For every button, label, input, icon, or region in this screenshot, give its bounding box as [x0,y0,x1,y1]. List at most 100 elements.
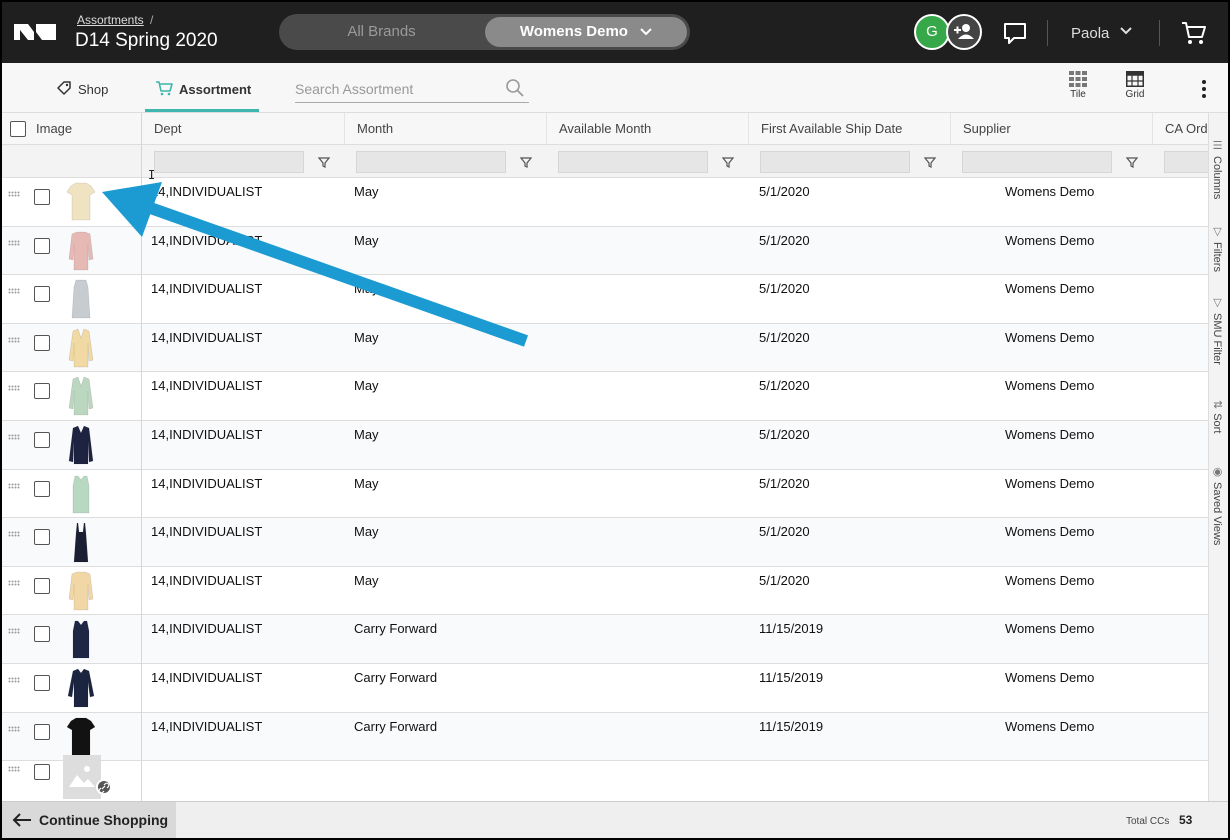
drag-handle-icon[interactable] [8,628,20,636]
grid-icon [1126,71,1144,87]
filter-icon[interactable] [924,157,936,168]
cell-supplier: Womens Demo [1005,670,1095,685]
row-checkbox[interactable] [34,189,50,205]
table-row[interactable]: 14,INDIVIDUALIST May 5/1/2020 Womens Demo [2,421,1208,470]
table-row[interactable]: 14,INDIVIDUALIST May 5/1/2020 Womens Demo [2,275,1208,324]
user-menu-name[interactable]: Paola [1071,25,1109,42]
drag-handle-icon[interactable] [8,580,20,588]
row-checkbox[interactable] [34,529,50,546]
grid-view-button[interactable]: Grid [1115,71,1155,107]
drag-handle-icon[interactable] [8,726,20,734]
tab-shop[interactable]: Shop [52,63,132,112]
drag-handle-icon[interactable] [8,288,20,296]
row-checkbox[interactable] [34,723,50,740]
cart-icon[interactable] [1180,19,1208,47]
product-thumbnail[interactable] [64,180,98,224]
side-tab-filters[interactable]: ▽ Filters [1211,225,1224,272]
product-thumbnail[interactable] [64,229,98,273]
row-checkbox[interactable] [34,286,50,303]
side-tab-saved-views[interactable]: ◉ Saved Views [1211,465,1224,545]
row-checkbox[interactable] [34,675,50,691]
drag-handle-icon[interactable] [8,531,20,539]
product-thumbnail[interactable] [64,715,98,759]
all-brands-option[interactable]: All Brands [279,14,484,50]
add-user-button[interactable] [946,14,982,50]
product-thumbnail[interactable] [64,666,98,710]
more-options-icon[interactable] [1198,79,1210,99]
table-row[interactable]: 14,INDIVIDUALIST May 5/1/2020 Womens Demo [2,567,1208,616]
drag-handle-icon[interactable] [8,191,20,199]
table-row[interactable]: 14,INDIVIDUALIST May 5/1/2020 Womens Demo [2,178,1208,227]
row-checkbox[interactable] [34,237,50,254]
filter-icon[interactable] [1126,157,1138,168]
search-input[interactable] [295,77,495,101]
product-thumbnail[interactable] [64,277,98,321]
brand-toggle: All Brands Womens Demo [279,14,690,50]
filter-input-month[interactable] [356,151,506,173]
table-row[interactable]: 14,INDIVIDUALIST May 5/1/2020 Womens Demo [2,372,1208,421]
cell-month: May [354,232,379,248]
side-tab-smu-filter[interactable]: ▽ SMU Filter [1211,296,1224,365]
filter-icon[interactable] [520,157,532,168]
product-thumbnail[interactable] [64,374,98,418]
drag-handle-icon[interactable] [8,240,20,248]
brand-logo[interactable] [14,22,56,42]
product-thumbnail[interactable] [64,617,98,661]
filter-input-supplier[interactable] [962,151,1112,173]
row-checkbox[interactable] [34,764,50,780]
product-thumbnail[interactable] [64,423,98,467]
row-checkbox[interactable] [34,577,50,594]
table-row[interactable]: 14,INDIVIDUALIST May 5/1/2020 Womens Demo [2,323,1208,373]
column-header-image[interactable]: Image [24,113,142,145]
drag-handle-icon[interactable] [8,434,20,442]
drag-handle-icon[interactable] [8,677,20,685]
user-avatar[interactable]: G [914,14,950,50]
side-tab-columns[interactable]: ☰ Columns [1211,139,1224,199]
cell-dept: 14,INDIVIDUALIST [151,718,263,734]
row-checkbox[interactable] [34,383,50,400]
drag-handle-icon[interactable] [8,385,20,393]
column-header-first-ship-date[interactable]: First Available Ship Date [749,113,951,145]
column-header-available-month[interactable]: Available Month [547,113,749,145]
chat-icon[interactable] [1002,20,1028,46]
product-thumbnail[interactable] [64,520,98,564]
product-thumbnail[interactable] [64,569,98,613]
drag-handle-icon[interactable] [8,483,20,491]
drag-handle-icon[interactable] [8,337,20,345]
table-row[interactable]: 14,INDIVIDUALIST Carry Forward 11/15/2019 W… [2,615,1208,664]
product-thumbnail[interactable] [64,326,98,370]
grid-filter-row [2,145,1208,178]
table-row[interactable]: 14,INDIVIDUALIST May 5/1/2020 Womens Demo [2,226,1208,276]
tile-view-button[interactable]: Tile [1058,71,1098,107]
row-checkbox[interactable] [34,334,50,351]
continue-shopping-button[interactable]: Continue Shopping [2,802,176,838]
column-header-month[interactable]: Month [345,113,547,145]
column-header-ca-ord[interactable]: CA Ord [1153,113,1208,145]
breadcrumb-assortments[interactable]: Assortments [77,13,144,27]
link-icon[interactable] [96,779,112,795]
search-icon[interactable] [505,78,525,98]
row-checkbox[interactable] [34,480,50,497]
tab-assortment[interactable]: Assortment [145,63,259,112]
row-checkbox[interactable] [34,432,50,448]
filter-input-available-month[interactable] [558,151,708,173]
side-tab-saved-views-label: Saved Views [1211,482,1223,546]
drag-handle-icon[interactable] [8,766,20,774]
table-row[interactable]: 14,INDIVIDUALIST May 5/1/2020 Womens Demo [2,518,1208,567]
filter-input-first-ship-date[interactable] [760,151,910,173]
table-row[interactable]: 14,INDIVIDUALIST Carry Forward 11/15/2019 W… [2,664,1208,713]
product-thumbnail[interactable] [64,472,98,516]
selected-brand-dropdown[interactable]: Womens Demo [485,17,687,47]
filter-input-ca-ord[interactable] [1164,151,1208,173]
side-tab-sort[interactable]: ⇅ Sort [1211,400,1224,433]
column-header-dept[interactable]: Dept [142,113,345,145]
column-header-supplier[interactable]: Supplier [951,113,1153,145]
top-bar: Assortments / D14 Spring 2020 All Brands… [2,2,1228,63]
table-row[interactable] [2,753,1208,801]
filter-input-dept[interactable] [154,151,304,173]
chevron-down-icon[interactable] [1120,27,1132,35]
row-checkbox[interactable] [34,626,50,643]
table-row[interactable]: 14,INDIVIDUALIST May 5/1/2020 Womens Demo [2,470,1208,519]
filter-icon[interactable] [318,157,330,168]
filter-icon[interactable] [722,157,734,168]
